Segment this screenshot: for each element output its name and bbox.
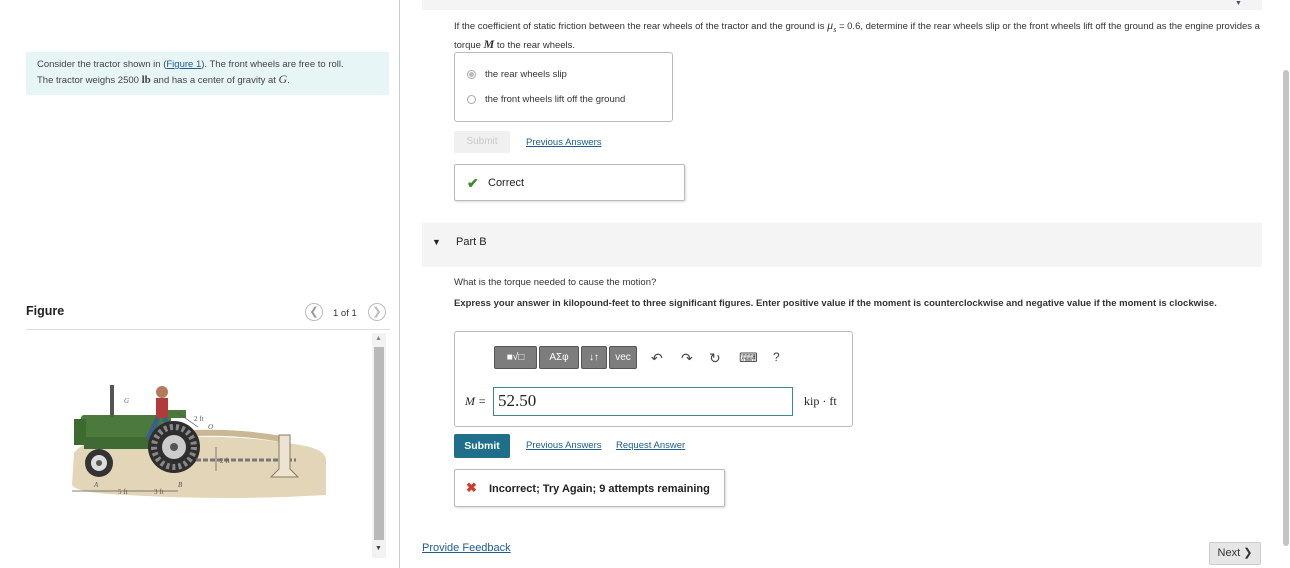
part-b-header[interactable] <box>422 223 1262 267</box>
label-2ft-top: 2 ft <box>194 415 204 423</box>
figure-scroll-thumb[interactable] <box>374 347 384 540</box>
choice-label: the rear wheels slip <box>485 69 567 80</box>
tractor-figure: G 2 ft O 2 ft A B 5 ft 3 ft <box>72 385 326 498</box>
part-a-previous-answers-link[interactable]: Previous Answers <box>526 137 602 148</box>
feedback-text: Correct <box>488 177 525 189</box>
part-b-instructions: Express your answer in kilopound-feet to… <box>454 298 1217 309</box>
check-icon: ✔ <box>467 175 479 191</box>
problem-intro: Consider the tractor shown in (Figure 1)… <box>26 52 389 95</box>
part-b-previous-answers-link[interactable]: Previous Answers <box>526 440 602 451</box>
radio-selected[interactable] <box>467 70 476 79</box>
choice-list: the rear wheels slip the front wheels li… <box>454 52 673 122</box>
provide-feedback-link[interactable]: Provide Feedback <box>422 542 511 554</box>
driver-torso <box>156 398 168 418</box>
part-b-label[interactable]: Part B <box>456 236 487 248</box>
figure-prev-button[interactable]: ❮ <box>305 303 323 321</box>
figure-next-button[interactable]: ❯ <box>368 303 386 321</box>
redo-icon[interactable]: ↷ <box>681 350 693 367</box>
choice-front-wheels-lift[interactable]: the front wheels lift off the ground <box>467 94 625 105</box>
label-2ft-side: 2 ft <box>220 457 230 465</box>
templates-button[interactable]: ■√□ <box>494 346 537 369</box>
intro-text: and has a center of gravity at <box>150 75 279 86</box>
label-g: G <box>124 397 129 405</box>
request-answer-link[interactable]: Request Answer <box>616 440 685 451</box>
rear-wheel-center <box>170 443 178 451</box>
torque-symbol: M <box>483 36 495 51</box>
figure-title: Figure <box>26 304 65 318</box>
label-a: A <box>93 481 99 489</box>
reset-icon[interactable]: ↻ <box>709 350 721 367</box>
choice-label: the front wheels lift off the ground <box>485 94 626 105</box>
part-b-submit-button[interactable]: Submit <box>454 434 510 458</box>
part-a-feedback: ✔ Correct <box>454 164 685 201</box>
chevron-left-icon: ❮ <box>309 306 319 318</box>
driver-head <box>156 386 168 398</box>
part-a-submit-button[interactable]: Submit <box>454 131 510 153</box>
scroll-down-icon[interactable]: ▼ <box>375 545 382 552</box>
figure-counter: 1 of 1 <box>333 308 357 319</box>
intro-text: . <box>287 75 290 86</box>
intro-text: The tractor weighs 2500 <box>37 75 142 86</box>
radio-unselected[interactable] <box>467 95 476 104</box>
label-3ft: 3 ft <box>154 488 164 496</box>
label-5ft: 5 ft <box>118 488 128 496</box>
vector-button[interactable]: vec <box>609 346 637 369</box>
panel-divider <box>399 0 400 568</box>
weight-unit: lb <box>141 74 151 86</box>
answer-input[interactable]: 52.50 <box>493 387 793 416</box>
figure-divider <box>26 329 390 330</box>
greek-symbols-button[interactable]: ΑΣφ <box>539 346 579 369</box>
feedback-text: Incorrect; Try Again; 9 attempts remaini… <box>489 483 710 495</box>
front-wheel-center <box>96 460 102 466</box>
keyboard-icon[interactable]: ⌨ <box>739 350 758 366</box>
choice-rear-wheels-slip[interactable]: the rear wheels slip <box>467 69 567 80</box>
exhaust-pipe <box>110 385 114 417</box>
label-o: O <box>208 423 213 431</box>
main-scrollbar[interactable] <box>1283 70 1289 546</box>
x-icon: ✖ <box>466 480 477 495</box>
part-b-question: What is the torque needed to cause the m… <box>454 277 657 288</box>
cg-symbol: G <box>278 72 288 86</box>
next-button[interactable]: Next ❯ <box>1209 542 1261 565</box>
help-icon[interactable]: ? <box>773 350 780 364</box>
scroll-up-icon[interactable]: ▲ <box>375 335 382 342</box>
intro-text: Consider the tractor shown in ( <box>37 59 167 70</box>
part-b-feedback: ✖ Incorrect; Try Again; 9 attempts remai… <box>454 469 725 507</box>
answer-label: M = <box>465 394 487 408</box>
chevron-right-icon: ❯ <box>372 306 382 318</box>
expand-arrow-icon[interactable]: ▼ <box>432 237 441 247</box>
question-text: If the coefficient of static friction be… <box>454 21 828 32</box>
collapse-arrow-icon[interactable]: ▼ <box>1235 0 1242 7</box>
question-text: to the rear wheels. <box>494 39 576 51</box>
undo-icon[interactable]: ↶ <box>651 350 663 367</box>
part-a-header-bar <box>422 0 1262 10</box>
part-a-question: If the coefficient of static friction be… <box>454 18 1260 53</box>
arrows-button[interactable]: ↓↑ <box>581 346 607 369</box>
answer-unit: kip · ft <box>804 394 837 408</box>
intro-text: ). The front wheels are free to roll. <box>201 59 344 70</box>
label-b: B <box>178 481 183 489</box>
figure-link[interactable]: Figure 1 <box>166 59 201 70</box>
